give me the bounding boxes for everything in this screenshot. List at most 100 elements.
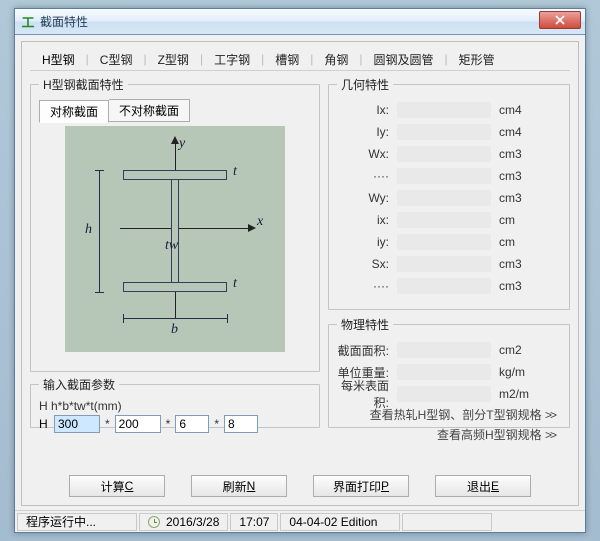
phys-value xyxy=(397,364,491,380)
status-date: 2016/3/28 xyxy=(139,513,228,531)
close-icon xyxy=(555,15,565,25)
input-t[interactable] xyxy=(224,415,258,433)
geom-label: Ix: xyxy=(337,103,397,117)
geom-unit: cm xyxy=(491,235,515,249)
phys-value xyxy=(397,342,491,358)
geom-row: ···· cm3 xyxy=(337,165,561,187)
tab-i-steel[interactable]: 工字钢 xyxy=(210,49,254,70)
window-title: 截面特性 xyxy=(40,13,88,30)
symmetry-tabs: 对称截面 不对称截面 xyxy=(39,99,311,122)
phys-value xyxy=(397,386,491,402)
status-unknown xyxy=(402,513,492,531)
input-h[interactable] xyxy=(54,415,100,433)
geom-row: ix: cm xyxy=(337,209,561,231)
statusbar: 程序运行中... 2016/3/28 17:07 04-04-02 Editio… xyxy=(15,510,585,532)
geom-value xyxy=(397,124,491,140)
label-h: h xyxy=(85,222,92,238)
titlebar: 工 截面特性 xyxy=(15,9,585,35)
geom-unit: cm4 xyxy=(491,125,522,139)
geom-unit: cm3 xyxy=(491,191,522,205)
geom-unit: cm3 xyxy=(491,147,522,161)
print-button[interactable]: 界面打印P xyxy=(313,475,409,497)
geom-label: Iy: xyxy=(337,125,397,139)
geom-row: Wx: cm3 xyxy=(337,143,561,165)
geom-value xyxy=(397,190,491,206)
geom-value xyxy=(397,168,491,184)
status-time: 17:07 xyxy=(230,513,278,531)
label-y: y xyxy=(179,136,185,152)
geom-value xyxy=(397,102,491,118)
geom-row: Sx: cm3 xyxy=(337,253,561,275)
input-b[interactable] xyxy=(115,415,161,433)
refresh-button[interactable]: 刷新N xyxy=(191,475,287,497)
geom-value xyxy=(397,278,491,294)
geom-value xyxy=(397,146,491,162)
param-inputs: H * * * xyxy=(39,415,311,433)
geom-label: Sx: xyxy=(337,257,397,271)
phys-label: 截面面积: xyxy=(337,342,397,359)
section-tabstrip: H型钢| C型钢| Z型钢| 工字钢| 槽钢| 角钢| 圆钢及圆管| 矩形管 xyxy=(22,42,578,70)
phys-group-title: 物理特性 xyxy=(337,316,393,333)
geom-label: iy: xyxy=(337,235,397,249)
app-icon: 工 xyxy=(21,15,35,29)
tab-content: H型钢截面特性 对称截面 不对称截面 y x h b xyxy=(30,76,570,461)
tab-rect-tube[interactable]: 矩形管 xyxy=(455,49,499,70)
section-diagram: y x h b t t tw xyxy=(65,126,285,352)
geom-row: Iy: cm4 xyxy=(337,121,561,143)
geom-value xyxy=(397,234,491,250)
label-t1: t xyxy=(233,164,237,180)
subtab-symmetric[interactable]: 对称截面 xyxy=(39,100,109,123)
calc-button[interactable]: 计算C xyxy=(69,475,165,497)
tab-round[interactable]: 圆钢及圆管 xyxy=(369,49,437,70)
tab-channel[interactable]: 槽钢 xyxy=(271,49,303,70)
client-area: H型钢| C型钢| Z型钢| 工字钢| 槽钢| 角钢| 圆钢及圆管| 矩形管 H… xyxy=(21,41,579,506)
geom-row: ···· cm3 xyxy=(337,275,561,297)
geom-unit: cm3 xyxy=(491,169,522,183)
param-prefix: H xyxy=(39,417,49,431)
input-tw[interactable] xyxy=(175,415,209,433)
label-b: b xyxy=(171,322,178,338)
tab-h-steel[interactable]: H型钢 xyxy=(38,49,79,70)
geom-unit: cm3 xyxy=(491,257,522,271)
section-group: H型钢截面特性 对称截面 不对称截面 y x h b xyxy=(30,76,320,372)
label-x: x xyxy=(257,214,263,230)
geom-row: Wy:cm3 xyxy=(337,187,561,209)
param-group: 输入截面参数 H h*b*tw*t(mm) H * * * xyxy=(30,376,320,428)
geom-row: Ix: cm4 xyxy=(337,99,561,121)
geom-unit: cm xyxy=(491,213,515,227)
main-panel: H型钢| C型钢| Z型钢| 工字钢| 槽钢| 角钢| 圆钢及圆管| 矩形管 H… xyxy=(21,41,579,506)
close-button[interactable] xyxy=(539,11,581,29)
button-bar: 计算C 刷新N 界面打印P 退出E xyxy=(30,475,570,497)
phys-row: 每米表面积:m2/m xyxy=(337,383,561,405)
status-running: 程序运行中... xyxy=(17,513,137,531)
geom-label: ix: xyxy=(337,213,397,227)
tab-c-steel[interactable]: C型钢 xyxy=(96,49,137,70)
phys-unit: m2/m xyxy=(491,387,529,401)
link-highfreq[interactable]: 查看高频H型钢规格 >> xyxy=(337,425,561,445)
status-edition: 04-04-02 Edition xyxy=(280,513,400,531)
geom-group-title: 几何特性 xyxy=(337,76,393,93)
chevron-right-icon: >> xyxy=(545,408,555,422)
geom-label: Wx: xyxy=(337,147,397,161)
phys-row: 截面面积:cm2 xyxy=(337,339,561,361)
geom-unit: cm3 xyxy=(491,279,522,293)
geom-row: iy: cm xyxy=(337,231,561,253)
geom-value xyxy=(397,256,491,272)
phys-unit: kg/m xyxy=(491,365,525,379)
link-hotrolled[interactable]: 查看热轧H型钢、剖分T型钢规格 >> xyxy=(337,405,561,425)
geom-label: ···· xyxy=(337,279,397,293)
app-window: 工 截面特性 H型钢| C型钢| Z型钢| 工字钢| 槽钢| 角钢| 圆钢及圆管… xyxy=(14,8,586,533)
param-hint: H h*b*tw*t(mm) xyxy=(39,399,311,413)
chevron-right-icon: >> xyxy=(545,428,555,442)
exit-button[interactable]: 退出E xyxy=(435,475,531,497)
geom-group: 几何特性 Ix:cm4Iy:cm4Wx:cm3····cm3Wy:cm3ix:c… xyxy=(328,76,570,310)
tab-angle[interactable]: 角钢 xyxy=(320,49,352,70)
label-tw: tw xyxy=(165,238,178,254)
section-group-title: H型钢截面特性 xyxy=(39,76,128,93)
geom-unit: cm4 xyxy=(491,103,522,117)
clock-icon xyxy=(148,516,160,528)
geom-label: ···· xyxy=(337,169,397,183)
tab-z-steel[interactable]: Z型钢 xyxy=(154,49,193,70)
param-group-title: 输入截面参数 xyxy=(39,376,119,393)
subtab-asymmetric[interactable]: 不对称截面 xyxy=(109,99,190,122)
